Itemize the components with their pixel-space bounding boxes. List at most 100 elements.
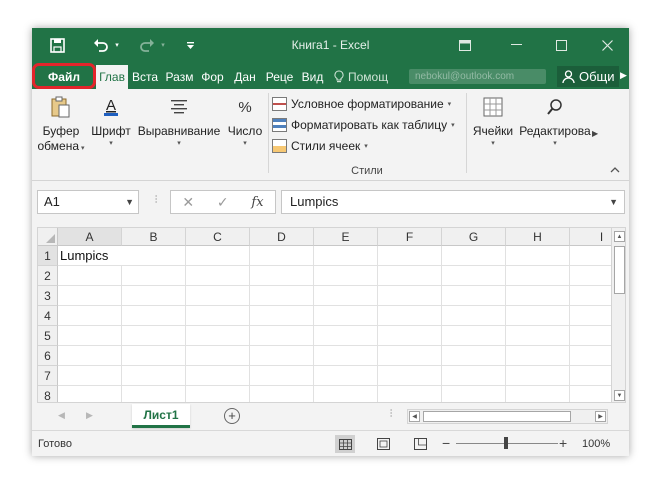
grid-cell[interactable] xyxy=(378,366,442,386)
column-header-f[interactable]: F xyxy=(378,228,442,246)
grid-cell[interactable] xyxy=(378,326,442,346)
scroll-left-icon[interactable]: ◀ xyxy=(409,411,420,422)
sheet-tab-1[interactable]: Лист1 xyxy=(132,404,190,428)
grid-cell[interactable] xyxy=(442,286,506,306)
grid-cell[interactable] xyxy=(122,346,186,366)
conditional-formatting-button[interactable]: Условное форматирование ▾ xyxy=(272,93,462,114)
grid-cell[interactable] xyxy=(506,326,570,346)
add-sheet-icon[interactable]: + xyxy=(224,408,240,424)
close-icon[interactable] xyxy=(592,35,622,55)
cell-styles-button[interactable]: Стили ячеек ▾ xyxy=(272,135,462,156)
grid-cell[interactable] xyxy=(314,306,378,326)
customize-qat-icon[interactable] xyxy=(182,35,198,55)
collapse-ribbon-icon[interactable] xyxy=(610,165,620,176)
zoom-in-icon[interactable]: + xyxy=(559,436,567,450)
grid-cell[interactable] xyxy=(250,326,314,346)
grid-cell[interactable] xyxy=(58,286,122,306)
number-button[interactable]: % Число ▾ xyxy=(225,89,265,177)
grid-cell[interactable] xyxy=(186,366,250,386)
grid-cell[interactable] xyxy=(250,306,314,326)
enter-icon[interactable]: ✓ xyxy=(217,194,229,211)
maximize-icon[interactable] xyxy=(546,35,576,55)
page-layout-view-icon[interactable] xyxy=(373,435,393,453)
grid-cell[interactable] xyxy=(58,326,122,346)
grid-cell[interactable] xyxy=(314,386,378,402)
ribbon-display-options-icon[interactable] xyxy=(450,35,480,55)
row-header-1[interactable]: 1 xyxy=(38,246,58,266)
horizontal-scrollbar[interactable]: ◀ ▶ xyxy=(407,409,608,424)
scroll-right-icon[interactable]: ▶ xyxy=(595,411,606,422)
grid-cell[interactable] xyxy=(186,386,250,402)
undo-dropdown-icon[interactable]: ▾ xyxy=(112,35,122,55)
grid-cell[interactable] xyxy=(442,366,506,386)
cell-a1[interactable]: Lumpics xyxy=(58,246,122,266)
grid-cell[interactable] xyxy=(122,366,186,386)
grid-cell[interactable] xyxy=(378,306,442,326)
grid-cell[interactable] xyxy=(58,386,122,402)
grid-cell[interactable] xyxy=(442,386,506,402)
minimize-icon[interactable] xyxy=(501,35,531,55)
column-header-e[interactable]: E xyxy=(314,228,378,246)
grid-cell[interactable] xyxy=(122,266,186,286)
row-header-6[interactable]: 6 xyxy=(38,346,58,366)
grid-cell[interactable] xyxy=(58,346,122,366)
grid-cell[interactable] xyxy=(442,306,506,326)
column-header-c[interactable]: C xyxy=(186,228,250,246)
grid-cell[interactable] xyxy=(314,366,378,386)
grid-cell[interactable] xyxy=(506,306,570,326)
grid-cell[interactable] xyxy=(122,246,186,266)
scroll-up-icon[interactable]: ▲ xyxy=(614,231,625,242)
zoom-level[interactable]: 100% xyxy=(582,438,610,450)
zoom-out-icon[interactable]: − xyxy=(442,436,450,450)
column-header-h[interactable]: H xyxy=(506,228,570,246)
grid-cell[interactable] xyxy=(314,286,378,306)
next-sheet-icon[interactable]: ▶ xyxy=(86,410,93,421)
format-as-table-button[interactable]: Форматировать как таблицу ▾ xyxy=(272,114,462,135)
grid-cell[interactable] xyxy=(122,286,186,306)
grid-cell[interactable] xyxy=(506,266,570,286)
cancel-icon[interactable]: ✕ xyxy=(182,194,194,211)
clipboard-button[interactable]: Буфер обмена ▾ xyxy=(36,89,86,177)
name-box-dropdown-icon[interactable]: ▼ xyxy=(125,191,134,213)
column-header-b[interactable]: B xyxy=(122,228,186,246)
grid-cell[interactable] xyxy=(442,326,506,346)
row-header-4[interactable]: 4 xyxy=(38,306,58,326)
tab-insert[interactable]: Вста xyxy=(130,66,160,87)
grid-cell[interactable] xyxy=(122,386,186,402)
share-button[interactable]: Общи xyxy=(557,66,619,87)
row-header-2[interactable]: 2 xyxy=(38,266,58,286)
grid-cell[interactable] xyxy=(250,266,314,286)
row-header-5[interactable]: 5 xyxy=(38,326,58,346)
grid-cell[interactable] xyxy=(186,346,250,366)
tab-page-layout[interactable]: Разм xyxy=(163,66,196,87)
grid-cell[interactable] xyxy=(250,246,314,266)
grid-cell[interactable] xyxy=(442,346,506,366)
grid-cell[interactable] xyxy=(314,326,378,346)
redo-icon[interactable] xyxy=(136,35,158,55)
formula-bar-splitter[interactable]: ··· xyxy=(150,194,164,203)
page-break-view-icon[interactable] xyxy=(410,435,430,453)
grid-cell[interactable] xyxy=(506,386,570,402)
tab-view[interactable]: Вид xyxy=(298,66,327,87)
expand-formula-bar-icon[interactable]: ▼ xyxy=(609,191,618,213)
name-box[interactable]: A1 ▼ xyxy=(37,190,139,214)
grid-cell[interactable] xyxy=(506,246,570,266)
font-button[interactable]: A Шрифт ▾ xyxy=(90,89,132,177)
grid-cell[interactable] xyxy=(250,346,314,366)
grid-cell[interactable] xyxy=(122,326,186,346)
tab-file[interactable]: Файл xyxy=(35,66,93,87)
worksheet-grid[interactable]: A B C D E F G H I 1 2 3 4 5 6 7 8 Lumpic… xyxy=(37,227,626,403)
select-all-button[interactable] xyxy=(38,228,58,246)
tell-me-box[interactable]: Помощ xyxy=(334,66,404,87)
tab-review[interactable]: Реце xyxy=(263,66,296,87)
zoom-slider-thumb[interactable] xyxy=(504,437,508,449)
row-header-8[interactable]: 8 xyxy=(38,386,58,402)
normal-view-icon[interactable] xyxy=(335,435,355,453)
grid-cell[interactable] xyxy=(58,306,122,326)
scroll-down-icon[interactable]: ▼ xyxy=(614,390,625,401)
grid-cell[interactable] xyxy=(378,246,442,266)
save-icon[interactable] xyxy=(46,35,68,55)
grid-cell[interactable] xyxy=(442,266,506,286)
grid-cell[interactable] xyxy=(442,246,506,266)
formula-input[interactable]: Lumpics ▼ xyxy=(281,190,625,214)
